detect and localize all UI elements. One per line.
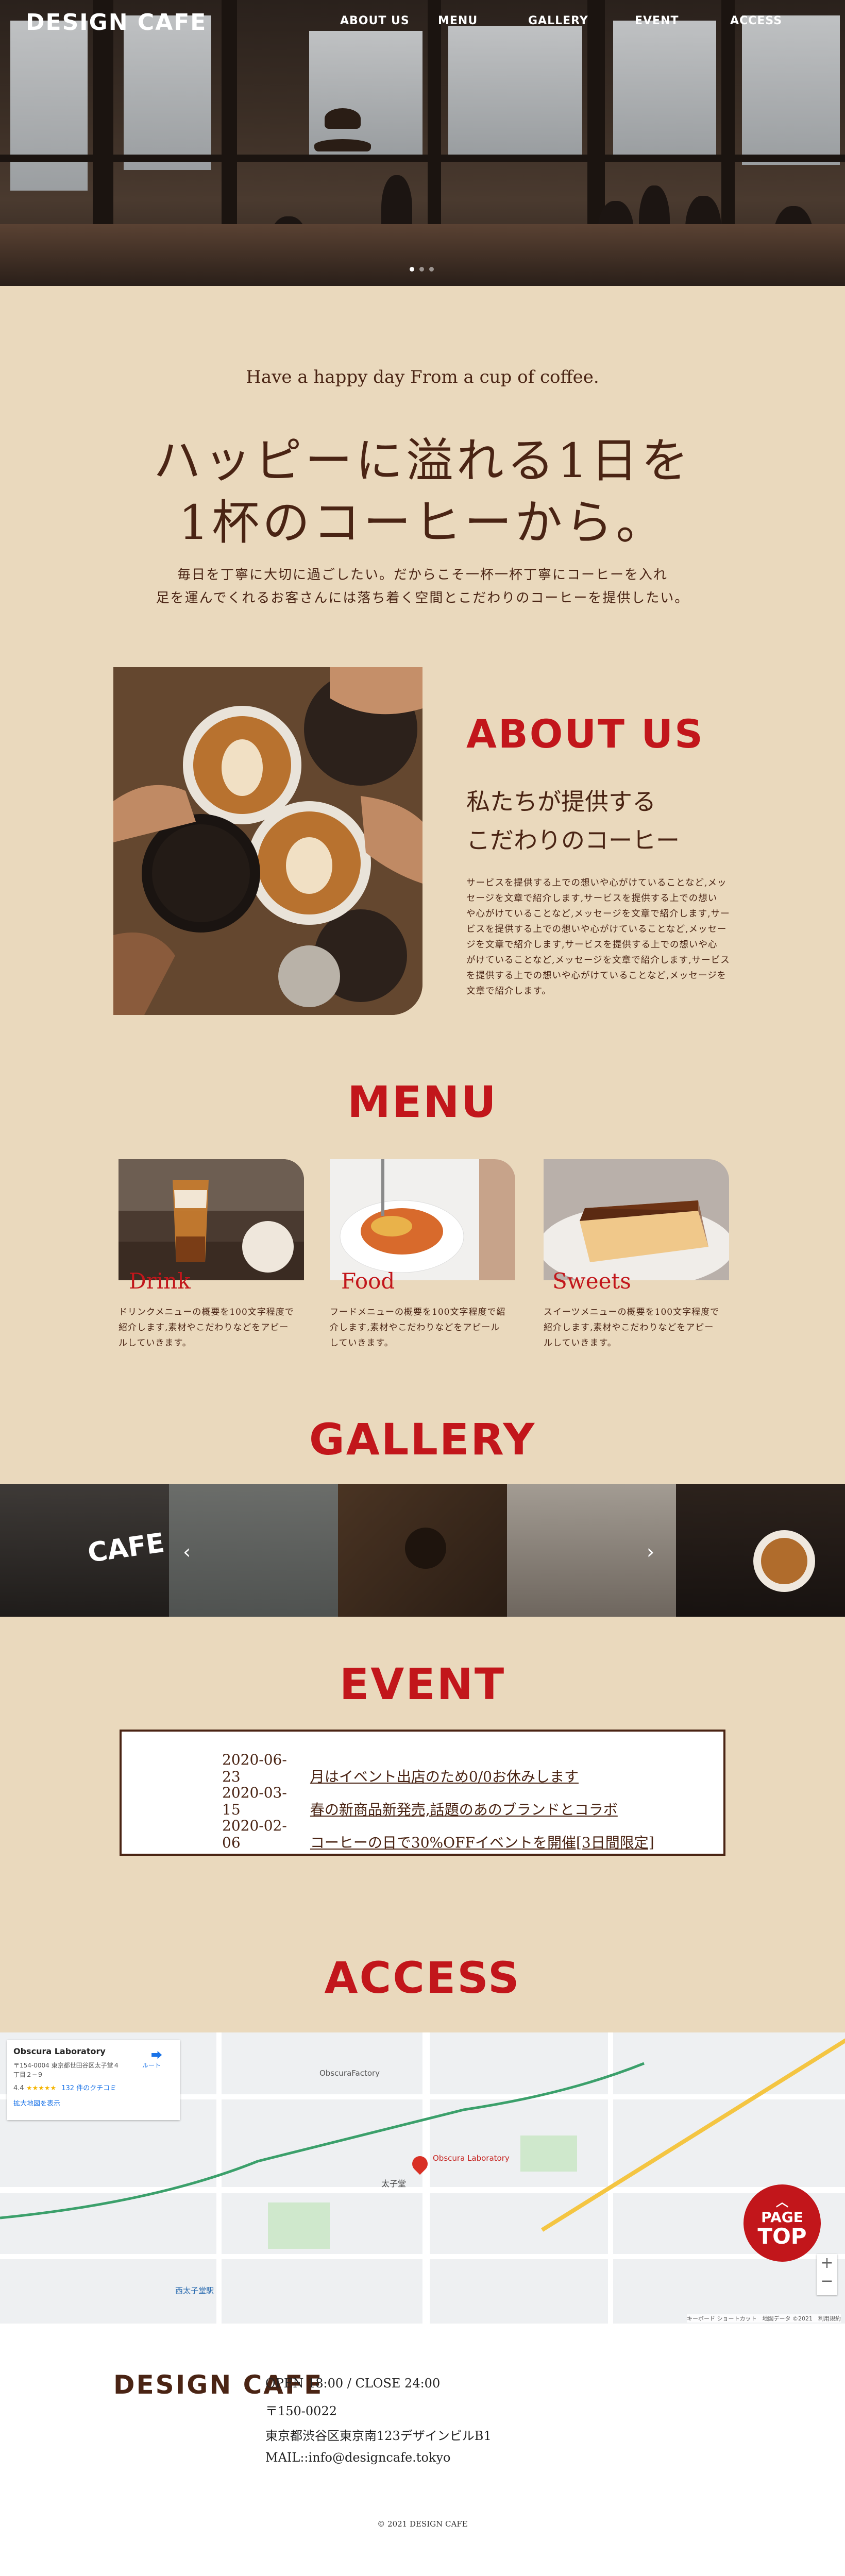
headline-line2: 1杯のコーヒーから。 (178, 495, 667, 550)
about-text-line: ビスを提供する上での想いや心がけていることなど,メッセー (466, 924, 727, 935)
menu-food-image[interactable] (330, 1159, 515, 1280)
gallery-carousel[interactable]: CAFE ‹ › (0, 1484, 845, 1617)
map-route-link[interactable]: ルート (142, 2061, 161, 2070)
nav-about[interactable]: ABOUT US (340, 14, 410, 27)
menu-sweets-desc: 紹介します,素材やこだわりなどをアピー (544, 1323, 714, 1333)
gallery-image[interactable] (169, 1484, 338, 1617)
event-link[interactable]: 月はイベント出店のため0/0お休みします (310, 1768, 579, 1785)
headline-line1: ハッピーに溢れる1日を (153, 433, 692, 488)
intro-text-line2: 足を運んでくれるお客さんには落ち着く空間とこだわりのコーヒーを提供したい。 (156, 590, 689, 606)
about-subheading-line2: こだわりのコーヒー (466, 826, 680, 854)
gallery-image[interactable]: CAFE (0, 1484, 169, 1617)
menu-food-desc: していきます。 (330, 1338, 394, 1348)
gallery-image[interactable] (338, 1484, 507, 1617)
map-info-card: Obscura Laboratory 〒154-0004 東京都世田谷区太子堂４… (7, 2040, 180, 2120)
map-enlarge-link[interactable]: 拡大地図を表示 (13, 2098, 60, 2108)
event-heading: EVENT (339, 1659, 506, 1709)
menu-sweets-image[interactable] (544, 1159, 729, 1280)
menu-drink-desc: ドリンクメニューの概要を100文字程度で (119, 1307, 294, 1317)
map-attribution[interactable]: キーボード ショートカット 地図データ ©2021 利用規約 (687, 2314, 841, 2323)
map-card-address: 丁目２−９ (13, 2071, 44, 2078)
nav-event[interactable]: EVENT (635, 14, 679, 27)
slider-dot[interactable] (410, 267, 414, 272)
map-zoom-control: + − (817, 2254, 837, 2295)
site-footer (0, 2324, 845, 2576)
footer-zip: 〒150-0022 (265, 2404, 337, 2418)
about-subheading-line1: 私たちが提供する (466, 788, 656, 816)
menu-heading: MENU (347, 1077, 498, 1127)
footer-hours: OPEN 18:00 / CLOSE 24:00 (265, 2376, 441, 2391)
menu-drink-title[interactable]: Drink (129, 1268, 191, 1294)
cafe-sign: CAFE (86, 1527, 166, 1569)
event-link[interactable]: 春の新商品新発売,話題のあのブランドとコラボ (310, 1801, 618, 1818)
gallery-heading: GALLERY (309, 1414, 536, 1465)
about-text-line: サービスを提供する上での想いや心がけていることなど,メッ (466, 878, 727, 888)
hero-image (0, 0, 845, 286)
menu-sweets-title[interactable]: Sweets (552, 1268, 631, 1294)
event-date: 2020-06-23 (222, 1751, 287, 1785)
event-item[interactable]: 2020-06-23 月はイベント出店のため0/0お休みします (222, 1751, 579, 1786)
menu-drink-image[interactable] (119, 1159, 304, 1280)
event-link[interactable]: コーヒーの日で30%OFFイベントを開催[3日間限定] (310, 1834, 654, 1851)
event-item[interactable]: 2020-03-15 春の新商品新発売,話題のあのブランドとコラボ (222, 1784, 618, 1819)
about-text-line: セージを文章で紹介します,サービスを提供する上での想い (466, 893, 718, 904)
copyright: © 2021 DESIGN CAFE (377, 2519, 468, 2529)
slider-dots (407, 264, 436, 274)
site-logo[interactable]: DESIGN CAFE (26, 9, 207, 36)
map-place-label: Obscura Laboratory (433, 2154, 510, 2163)
map-station-label: 西太子堂駅 (175, 2286, 214, 2295)
event-item[interactable]: 2020-02-06 コーヒーの日で30%OFFイベントを開催[3日間限定] (222, 1817, 654, 1852)
about-text-line: 文章で紹介します。 (466, 986, 551, 996)
tagline: Have a happy day From a cup of coffee. (246, 367, 599, 387)
event-list: 2020-06-23 月はイベント出店のため0/0お休みします 2020-03-… (120, 1730, 725, 1856)
menu-sweets-desc: スイーツメニューの概要を100文字程度で (544, 1307, 720, 1317)
global-nav: DESIGN CAFE ABOUT US MENU GALLERY EVENT … (0, 0, 845, 41)
nav-menu[interactable]: MENU (438, 14, 478, 27)
menu-food-title[interactable]: Food (341, 1268, 395, 1294)
menu-food-desc: フードメニューの概要を100文字程度で紹 (330, 1307, 506, 1317)
gallery-next-button[interactable]: › (647, 1540, 654, 1563)
about-text-line: や心がけていることなど,メッセージを文章で紹介します,サー (466, 909, 730, 919)
zoom-in-button[interactable]: + (817, 2254, 837, 2272)
nav-access[interactable]: ACCESS (730, 14, 782, 27)
gallery-prev-button[interactable]: ‹ (183, 1540, 191, 1563)
about-text-line: を提供する上での想いや心がけていることなど,メッセージを (466, 971, 727, 981)
event-date: 2020-03-15 (222, 1784, 287, 1818)
about-text-line: がけていることなど,メッセージを文章で紹介します,サービス (466, 955, 730, 965)
menu-drink-desc: ルしていきます。 (119, 1338, 192, 1348)
access-heading: ACCESS (324, 1953, 521, 2003)
about-image (113, 667, 422, 1015)
gallery-image[interactable] (676, 1484, 845, 1617)
map-card-address: 〒154-0004 東京都世田谷区太子堂４ (13, 2062, 120, 2069)
footer-mail[interactable]: MAIL::info@designcafe.tokyo (265, 2450, 450, 2465)
map-area-label: 太子堂 (381, 2179, 407, 2189)
footer-address: 東京都渋谷区東京南123デザインビルB1 (265, 2429, 492, 2443)
map-card-title: Obscura Laboratory (13, 2046, 106, 2056)
event-date: 2020-02-06 (222, 1817, 287, 1851)
intro-text-line1: 毎日を丁寧に大切に過ごしたい。だからこそ一杯一杯丁寧にコーヒーを入れ (177, 567, 668, 583)
map-card-reviews[interactable]: 132 件のクチコミ (61, 2084, 116, 2092)
about-heading: ABOUT US (466, 711, 704, 757)
menu-food-desc: 介します,素材やこだわりなどをアピール (330, 1323, 500, 1333)
map-factory-label: ObscuraFactory (319, 2069, 380, 2078)
map-card-rating: 4.4 (13, 2084, 24, 2092)
nav-gallery[interactable]: GALLERY (528, 14, 588, 27)
star-rating-icon: ★★★★★ (26, 2084, 57, 2092)
chevron-up-icon: ︿ (776, 2195, 788, 2209)
page-top-button[interactable]: ︿ PAGE TOP (743, 2184, 821, 2262)
about-text-line: ジを文章で紹介します,サービスを提供する上での想いや心 (466, 940, 718, 950)
menu-drink-desc: 紹介します,素材やこだわりなどをアピー (119, 1323, 289, 1333)
slider-dot[interactable] (419, 267, 424, 272)
slider-dot[interactable] (429, 267, 434, 272)
menu-sweets-desc: ルしていきます。 (544, 1338, 617, 1348)
zoom-out-button[interactable]: − (817, 2272, 837, 2290)
